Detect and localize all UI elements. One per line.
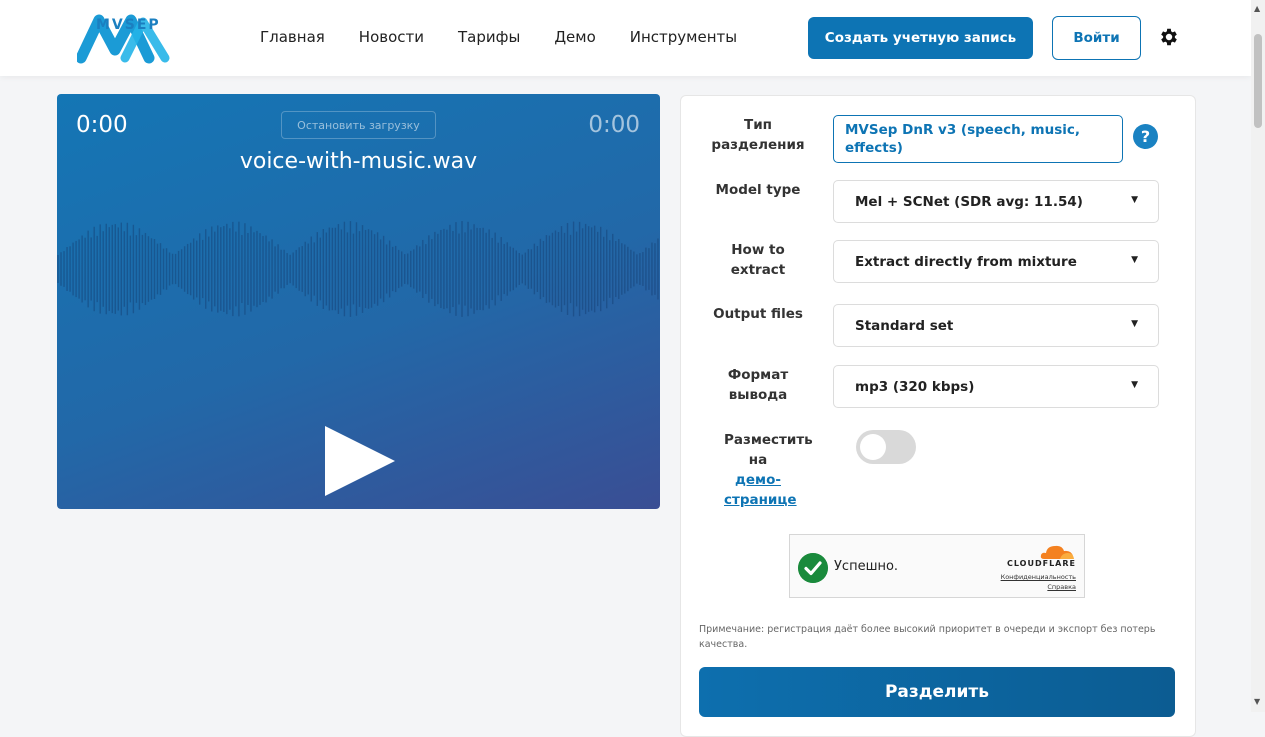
main-nav: Главная Новости Тарифы Демо Инструменты	[260, 28, 737, 46]
model-type-value: Mel + SCNet (SDR avg: 11.54)	[855, 193, 1083, 210]
separate-button[interactable]: Разделить	[699, 667, 1175, 717]
cloudflare-captcha[interactable]: Успешно. CLOUDFLARE Конфиденциальность С…	[789, 534, 1085, 598]
caret-down-icon: ▼	[1131, 255, 1138, 265]
play-icon[interactable]	[323, 426, 395, 496]
nav-plans[interactable]: Тарифы	[458, 28, 520, 46]
separation-type-value: MVSep DnR v3 (speech, music, effects)	[845, 122, 1081, 156]
output-files-value: Standard set	[855, 317, 954, 334]
scroll-up-arrow-icon[interactable]: ▲	[1254, 4, 1260, 13]
separation-type-select[interactable]: MVSep DnR v3 (speech, music, effects)	[833, 115, 1123, 163]
output-format-select[interactable]: mp3 (320 kbps) ▼	[833, 365, 1159, 408]
login-button[interactable]: Войти	[1052, 16, 1141, 60]
logo-text[interactable]: MVSEP	[96, 17, 161, 33]
privacy-link[interactable]: Конфиденциальность	[1001, 573, 1076, 581]
captcha-status: Успешно.	[834, 559, 899, 574]
registration-note: Примечание: регистрация даёт более высок…	[699, 624, 1156, 650]
model-type-select[interactable]: Mel + SCNet (SDR avg: 11.54) ▼	[833, 180, 1159, 223]
checkmark-icon	[798, 553, 828, 583]
page-scrollbar[interactable]: ▲ ▼	[1251, 0, 1265, 712]
demo-page-link[interactable]: демо-странице	[724, 472, 797, 508]
demo-label-text: Разместить на	[724, 432, 813, 468]
demo-toggle[interactable]	[856, 430, 916, 464]
site-header: MVSEP Главная Новости Тарифы Демо Инстру…	[0, 0, 1251, 76]
stop-upload-button[interactable]: Остановить загрузку	[281, 111, 436, 139]
nav-demo[interactable]: Демо	[554, 28, 595, 46]
how-to-extract-label: How to extract	[730, 242, 786, 278]
help-link[interactable]: Справка	[1047, 583, 1076, 591]
nav-news[interactable]: Новости	[359, 28, 424, 46]
output-format-value: mp3 (320 kbps)	[855, 378, 975, 395]
caret-down-icon: ▼	[1131, 195, 1138, 205]
waveform[interactable]	[57, 204, 660, 334]
total-time: 0:00	[588, 112, 640, 138]
output-files-label: Output files	[713, 306, 803, 322]
caret-down-icon: ▼	[1131, 380, 1138, 390]
demo-label: Разместить на демо-странице	[698, 430, 818, 510]
audio-player: 0:00 Остановить загрузку 0:00 voice-with…	[57, 94, 660, 509]
current-time: 0:00	[76, 112, 128, 138]
output-files-select[interactable]: Standard set ▼	[833, 304, 1159, 347]
nav-home[interactable]: Главная	[260, 28, 325, 46]
track-filename: voice-with-music.wav	[239, 149, 478, 174]
separation-form: Тип разделения MVSep DnR v3 (speech, mus…	[680, 95, 1196, 737]
how-to-extract-value: Extract directly from mixture	[855, 253, 1077, 270]
how-to-extract-select[interactable]: Extract directly from mixture ▼	[833, 240, 1159, 283]
caret-down-icon: ▼	[1131, 319, 1138, 329]
output-format-label: Формат вывода	[727, 367, 789, 403]
register-button[interactable]: Создать учетную запись	[808, 17, 1033, 59]
scroll-thumb[interactable]	[1254, 34, 1262, 128]
cloudflare-brand: CLOUDFLARE	[1007, 559, 1076, 568]
toggle-knob	[860, 434, 886, 460]
gear-icon[interactable]	[1158, 26, 1180, 48]
model-type-label: Model type	[715, 182, 801, 198]
nav-tools[interactable]: Инструменты	[630, 28, 737, 46]
separation-type-label: Тип разделения	[711, 117, 805, 153]
scroll-down-arrow-icon[interactable]: ▼	[1254, 697, 1260, 706]
cloudflare-cloud-icon	[1040, 545, 1074, 559]
help-icon[interactable]: ?	[1133, 124, 1158, 149]
